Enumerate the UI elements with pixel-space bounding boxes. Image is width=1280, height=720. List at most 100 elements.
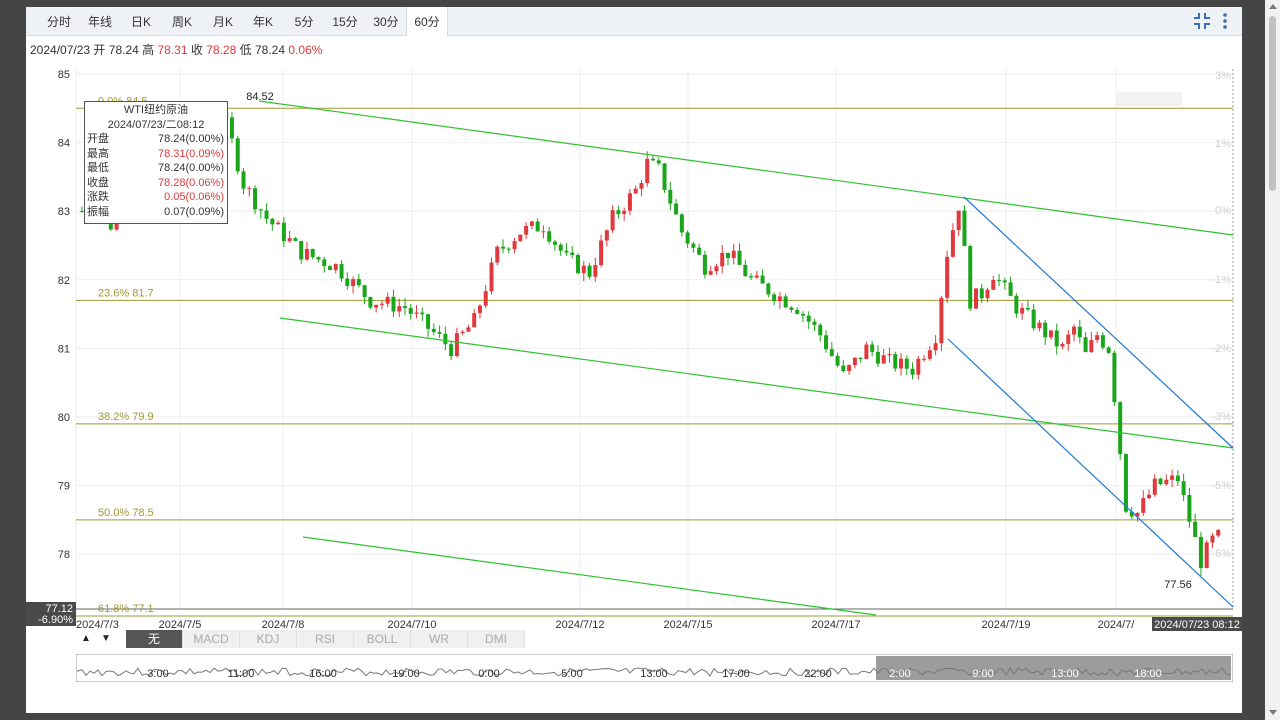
candle-body <box>1210 535 1215 543</box>
x-tick-label: 2024/7/12 <box>556 619 605 631</box>
collapse-down-button[interactable]: ▼ <box>98 630 114 648</box>
candle-body <box>841 365 846 372</box>
indicator-tab-wr[interactable]: WR <box>411 630 468 648</box>
candle-body <box>414 312 419 314</box>
candle-body <box>1216 529 1221 536</box>
candle-body <box>1118 402 1123 455</box>
navigator-tick-label: 17:00 <box>722 668 750 680</box>
candle-body <box>622 210 627 215</box>
candle-body <box>270 218 275 225</box>
scrollbar-thumb[interactable] <box>1269 16 1276 191</box>
cursor-time-label: 2024/07/23 08:12 <box>1154 619 1240 631</box>
candle-body <box>362 285 367 298</box>
candle-body <box>824 335 829 350</box>
candle-body <box>229 117 234 139</box>
candle-body <box>599 240 604 266</box>
indicator-tab-boll[interactable]: BOLL <box>354 630 411 648</box>
indicator-tab-macd[interactable]: MACD <box>183 630 240 648</box>
candle-body <box>1025 307 1030 310</box>
channel-upper-line <box>258 100 1234 236</box>
candle-body <box>587 265 592 277</box>
tooltip-row-amplitude: 振幅 0.07(0.09%) <box>87 205 224 218</box>
candle-body <box>1123 454 1128 512</box>
candle-body <box>1066 334 1071 344</box>
candle-body <box>899 358 904 369</box>
candle-body <box>645 158 650 184</box>
candle-body <box>547 231 552 242</box>
candle-body <box>420 312 425 315</box>
candle-body <box>927 350 932 359</box>
candle-body <box>1152 478 1157 495</box>
time-navigator[interactable]: 3:00 11:00 16:00 19:00 0:00 5:00 13:00 17:00 22:… <box>76 654 1233 682</box>
candle-body <box>1193 521 1198 537</box>
indicator-tab-dmi[interactable]: DMI <box>468 630 525 648</box>
candle-body <box>1095 335 1100 341</box>
candle-body <box>1204 542 1209 568</box>
candle-body <box>616 210 621 215</box>
candle-body <box>852 357 857 366</box>
indicator-tab-none[interactable]: 无 <box>126 630 183 648</box>
tooltip-datetime: 2024/07/23/二08:12 <box>107 119 205 131</box>
y-tick-label: 81 <box>58 343 70 355</box>
page-scrollbar[interactable] <box>1265 0 1280 720</box>
candle-body <box>835 355 840 366</box>
candle-body <box>287 238 292 242</box>
x-tick-label: 2024/7/15 <box>664 619 713 631</box>
low-marker-label: 77.56 <box>1164 579 1192 591</box>
candle-body <box>1031 309 1036 329</box>
collapse-up-button[interactable]: ▲ <box>78 630 94 648</box>
y-tick-label: 85 <box>58 69 70 81</box>
candle-body <box>697 247 702 255</box>
candle-body <box>737 250 742 265</box>
candle-body <box>997 279 1002 281</box>
candle-body <box>679 214 684 233</box>
candle-body <box>887 354 892 356</box>
indicator-tab-rsi[interactable]: RSI <box>297 630 354 648</box>
right-tick-label: 3% <box>1215 70 1231 82</box>
candle-body <box>512 241 517 250</box>
fib-label: 38.2% 79.9 <box>98 411 154 423</box>
right-tick-label: -6% <box>1211 548 1231 560</box>
right-tick-label: -2% <box>1211 343 1231 355</box>
candle-body <box>552 241 557 245</box>
candle-body <box>945 256 950 298</box>
navigator-tick-label: 19:00 <box>392 668 420 680</box>
candle-body <box>1072 326 1077 335</box>
candle-body <box>264 210 269 219</box>
candle-body <box>276 222 281 225</box>
candle-body <box>1002 280 1007 283</box>
candle-body <box>247 188 252 190</box>
candle-body <box>1043 322 1048 338</box>
candle-body <box>495 246 500 263</box>
candle-body <box>662 163 667 190</box>
candle-body <box>922 358 927 360</box>
candle-body <box>1048 330 1053 338</box>
candle-body <box>1020 307 1025 314</box>
scroll-up-icon[interactable] <box>1269 4 1277 9</box>
candle-body <box>558 244 563 251</box>
channel-lower-line <box>302 536 877 616</box>
candle-body <box>749 276 754 278</box>
candle-body <box>1054 330 1059 347</box>
candle-body <box>864 344 869 359</box>
y-tick-label: 84 <box>58 138 70 150</box>
candle-body <box>460 331 465 334</box>
candle-body <box>374 304 379 308</box>
candle-body <box>760 275 765 284</box>
high-marker-label: 84.52 <box>246 91 274 103</box>
candle-body <box>604 230 609 241</box>
candle-body <box>754 275 759 278</box>
navigator-tick-label: 13:00 <box>640 668 668 680</box>
candle-body <box>322 259 327 267</box>
fib-label: 61.8% 77.1 <box>98 603 154 615</box>
candle-body <box>610 210 615 231</box>
y-tick-label: 78 <box>58 549 70 561</box>
candle-body <box>529 221 534 226</box>
candle-body <box>356 279 361 286</box>
scroll-down-icon[interactable] <box>1269 710 1277 715</box>
candle-body <box>281 222 286 242</box>
candle-body <box>708 271 713 275</box>
candle-body <box>1158 478 1163 485</box>
indicator-tab-kdj[interactable]: KDJ <box>240 630 297 648</box>
candle-body <box>916 358 921 375</box>
